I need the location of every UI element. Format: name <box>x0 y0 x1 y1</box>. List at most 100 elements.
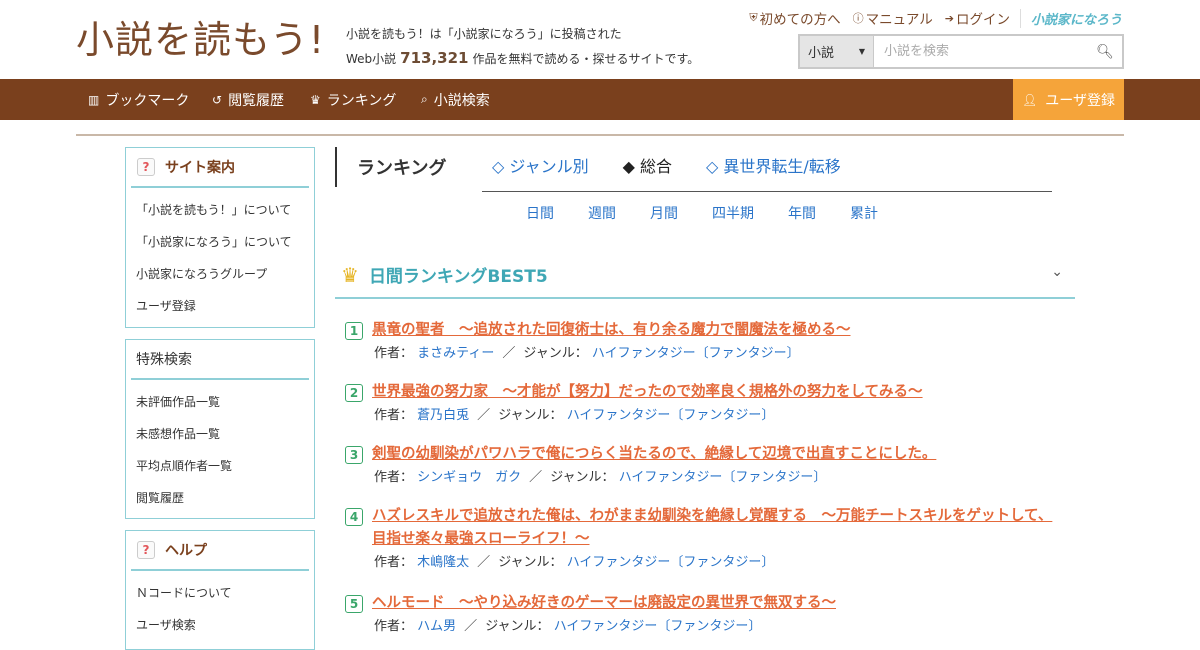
beginners-link[interactable]: ⛨ 初めての方へ <box>749 8 840 28</box>
author-link[interactable]: ハム男 <box>417 619 456 634</box>
chevron-down-icon[interactable]: ⌄ <box>1051 264 1063 280</box>
period-tabs: 日間 週間 月間 四半期 年間 累計 <box>526 204 912 224</box>
manual-link[interactable]: ⓘ マニュアル <box>853 8 933 28</box>
period-weekly[interactable]: 週間 <box>588 204 616 224</box>
search-category-value: 小説 <box>808 46 835 61</box>
crown-icon: ♛ <box>341 262 359 287</box>
period-daily[interactable]: 日間 <box>526 204 554 224</box>
author-label: 作者： <box>374 470 414 485</box>
separator: ／ <box>464 619 478 634</box>
novel-title-link[interactable]: ヘルモード ～やり込み好きのゲーマーは廃設定の異世界で無双する～ <box>372 592 836 615</box>
author-link[interactable]: シンギョウ ガク <box>417 470 521 485</box>
sidebar-item-ncode[interactable]: Ｎコードについて <box>126 576 314 608</box>
novel-meta: 作者： 木嶋隆太 ／ ジャンル： ハイファンタジー〔ファンタジー〕 <box>345 552 1065 574</box>
sidebar-item-history[interactable]: 閲覧履歴 <box>126 481 314 513</box>
search-icon: ⌕ <box>421 92 428 106</box>
author-label: 作者： <box>374 555 414 570</box>
period-quarterly[interactable]: 四半期 <box>712 204 754 224</box>
genre-label: ジャンル： <box>523 346 588 361</box>
novel-title-link[interactable]: 黒竜の聖者 ～追放された回復術士は、有り余る魔力で闇魔法を極める～ <box>372 319 851 342</box>
sidebar-item-avg-authors[interactable]: 平均点順作者一覧 <box>126 449 314 481</box>
period-yearly[interactable]: 年間 <box>788 204 816 224</box>
user-register-button[interactable]: 👤︎ ユーザ登録 <box>1013 79 1124 120</box>
ranking-entry: 4 ハズレスキルで追放された俺は、わがまま幼馴染を絶縁し覚醒する ～万能チートスキ… <box>345 505 1065 574</box>
site-header: 小説を読もう! 小説を読もう！は「小説家になろう」に投稿された Web小説 713… <box>0 0 1200 79</box>
ranking-tabs: ◇ ジャンル別 ◆ 総合 ◇ 異世界転生/転移 <box>482 152 1052 192</box>
bookmark-icon: ▥ <box>88 92 100 107</box>
separator: ／ <box>502 346 516 361</box>
author-link[interactable]: まさみティー <box>417 346 494 361</box>
rank-number-badge: 3 <box>345 446 363 464</box>
sidebar-item-user-register[interactable]: ユーザ登録 <box>126 289 314 321</box>
sidebar-item-about-narou[interactable]: 「小説家になろう」について <box>126 225 314 257</box>
nav-search[interactable]: ⌕ 小説検索 <box>421 79 490 120</box>
user-icon: 👤︎ <box>1022 92 1038 107</box>
help-list: Ｎコードについて ユーザ検索 <box>126 571 314 644</box>
question-circle-icon: ⓘ <box>852 12 864 25</box>
ranking-entry: 3 剣聖の幼馴染がパワハラで俺につらく当たるので、絶縁して辺境で出直すことにした。… <box>345 443 1065 489</box>
search-box: 小説 ▼ 🔍︎ <box>798 34 1124 69</box>
novel-title-link[interactable]: 世界最強の努力家 ～才能が【努力】だったので効率良く規格外の努力をしてみる～ <box>372 381 923 404</box>
sidebar-item-user-search[interactable]: ユーザ検索 <box>126 608 314 640</box>
tab-isekai[interactable]: ◇ 異世界転生/転移 <box>706 152 841 182</box>
genre-link[interactable]: ハイファンタジー〔ファンタジー〕 <box>567 408 775 423</box>
genre-link[interactable]: ハイファンタジー〔ファンタジー〕 <box>554 619 762 634</box>
period-total[interactable]: 累計 <box>850 204 878 224</box>
search-button[interactable]: 🔍︎ <box>1088 36 1122 67</box>
user-register-label: ユーザ登録 <box>1045 92 1115 109</box>
ranking-header: ランキング <box>335 147 446 187</box>
shield-icon: ⛨ <box>749 11 758 24</box>
site-guide-title-text: サイト案内 <box>165 160 235 176</box>
main-nav: ▥ ブックマーク ↺ 閲覧履歴 ♛ ランキング ⌕ 小説検索 👤︎ ユーザ登録 <box>0 79 1200 120</box>
beginners-link-label: 初めての方へ <box>759 12 841 28</box>
ranking-entry: 1 黒竜の聖者 ～追放された回復術士は、有り余る魔力で闇魔法を極める～ 作者： ま… <box>345 319 1065 365</box>
history-icon: ↺ <box>212 92 223 107</box>
sidebar-help: ? ヘルプ Ｎコードについて ユーザ検索 <box>125 530 315 650</box>
period-monthly[interactable]: 月間 <box>650 204 678 224</box>
site-logo[interactable]: 小説を読もう! <box>76 16 325 64</box>
sidebar-item-about-yomou[interactable]: 「小説を読もう！」について <box>126 193 314 225</box>
novel-meta: 作者： シンギョウ ガク ／ ジャンル： ハイファンタジー〔ファンタジー〕 <box>345 467 1065 489</box>
novel-meta: 作者： 蒼乃白兎 ／ ジャンル： ハイファンタジー〔ファンタジー〕 <box>345 405 1065 427</box>
login-link-label: ログイン <box>955 12 1010 28</box>
nav-bookmark[interactable]: ▥ ブックマーク <box>88 79 189 120</box>
separator: ／ <box>529 470 543 485</box>
narou-logo[interactable]: 小説家になろう <box>1019 8 1122 28</box>
nav-history-label: 閲覧履歴 <box>228 92 285 109</box>
ranking-entry: 2 世界最強の努力家 ～才能が【努力】だったので効率良く規格外の努力をしてみる～ … <box>345 381 1065 427</box>
site-guide-list: 「小説を読もう！」について 「小説家になろう」について 小説家になろうグループ … <box>126 188 314 325</box>
tab-overall[interactable]: ◆ 総合 <box>623 152 672 182</box>
novel-title-link[interactable]: 剣聖の幼馴染がパワハラで俺につらく当たるので、絶縁して辺境で出直すことにした。 <box>372 443 936 466</box>
nav-ranking-label: ランキング <box>326 92 397 109</box>
dropdown-arrow-icon: ▼ <box>858 47 865 56</box>
login-icon: ➔ <box>944 11 954 25</box>
author-link[interactable]: 木嶋隆太 <box>417 555 469 570</box>
nav-ranking[interactable]: ♛ ランキング <box>310 79 396 120</box>
genre-link[interactable]: ハイファンタジー〔ファンタジー〕 <box>592 346 800 361</box>
genre-label: ジャンル： <box>485 619 550 634</box>
author-link[interactable]: 蒼乃白兎 <box>417 408 469 423</box>
question-icon: ? <box>137 541 155 559</box>
rank-number-badge: 5 <box>345 595 363 613</box>
login-link[interactable]: ➔ ログイン <box>944 8 1010 29</box>
genre-link[interactable]: ハイファンタジー〔ファンタジー〕 <box>567 555 775 570</box>
sidebar-item-unrated[interactable]: 未評価作品一覧 <box>126 385 314 417</box>
sidebar-item-no-impressions[interactable]: 未感想作品一覧 <box>126 417 314 449</box>
search-input[interactable] <box>874 36 1088 67</box>
sidebar-special-search: 特殊検索 未評価作品一覧 未感想作品一覧 平均点順作者一覧 閲覧履歴 <box>125 339 315 519</box>
nav-bookmark-label: ブックマーク <box>105 92 190 109</box>
novel-title-link[interactable]: ハズレスキルで追放された俺は、わがまま幼馴染を絶縁し覚醒する ～万能チートスキル… <box>372 505 1065 551</box>
best5-header[interactable]: ♛ 日間ランキングBEST5 ⌄ <box>335 252 1075 299</box>
genre-label: ジャンル： <box>550 470 615 485</box>
genre-link[interactable]: ハイファンタジー〔ファンタジー〕 <box>619 470 827 485</box>
sidebar-item-narou-group[interactable]: 小説家になろうグループ <box>126 257 314 289</box>
rank-number-badge: 2 <box>345 384 363 402</box>
tab-genre[interactable]: ◇ ジャンル別 <box>492 152 589 182</box>
special-search-list: 未評価作品一覧 未感想作品一覧 平均点順作者一覧 閲覧履歴 <box>126 380 314 517</box>
nav-history[interactable]: ↺ 閲覧履歴 <box>212 79 284 120</box>
author-label: 作者： <box>374 408 414 423</box>
separator: ／ <box>477 555 491 570</box>
search-category-select[interactable]: 小説 ▼ <box>800 36 874 67</box>
author-label: 作者： <box>374 619 414 634</box>
manual-link-label: マニュアル <box>865 12 933 28</box>
